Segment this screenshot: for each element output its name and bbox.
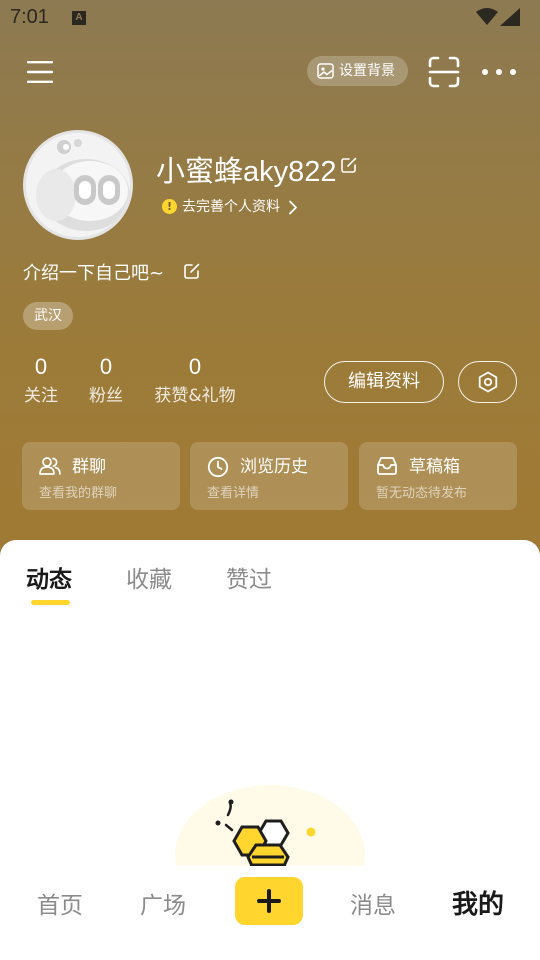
- stat-value: 0: [188, 354, 202, 379]
- status-time: 7:01: [10, 6, 49, 28]
- warning-icon: !: [162, 199, 177, 214]
- edit-username-icon[interactable]: [340, 156, 358, 174]
- username: 小蜜蜂aky822: [156, 156, 337, 188]
- nav-me[interactable]: 我的: [452, 884, 504, 921]
- stat-following[interactable]: 0 关注: [23, 352, 59, 410]
- card-subtitle: 暂无动态待发布: [376, 486, 468, 501]
- complete-profile-link[interactable]: ! 去完善个人资料: [162, 197, 297, 217]
- stat-value: 0: [99, 354, 113, 379]
- location-tag: 武汉: [23, 302, 73, 330]
- avatar[interactable]: [23, 130, 133, 240]
- nav-home[interactable]: 首页: [37, 886, 83, 920]
- stat-label: 获赞&礼物: [154, 386, 236, 406]
- tab-posts[interactable]: 动态: [26, 560, 72, 594]
- stat-value: 0: [34, 354, 48, 379]
- edit-bio-icon[interactable]: [183, 262, 201, 280]
- card-drafts[interactable]: 草稿箱 暂无动态待发布: [359, 442, 517, 510]
- settings-button[interactable]: [458, 361, 517, 403]
- hexagon-settings-icon: [478, 371, 498, 393]
- card-group-chat[interactable]: 群聊 查看我的群聊: [22, 442, 180, 510]
- card-title: 群聊: [72, 457, 106, 477]
- set-background-button[interactable]: 设置背景: [307, 56, 408, 86]
- bee-empty-state-icon: [175, 785, 365, 875]
- bio-text: 介绍一下自己吧~: [23, 263, 165, 284]
- inbox-icon: [377, 457, 397, 475]
- plus-icon: [257, 889, 281, 913]
- more-dots-icon[interactable]: [481, 67, 517, 77]
- bottom-navigation: 首页 广场 消息 我的: [0, 866, 540, 960]
- add-post-button[interactable]: [235, 877, 303, 925]
- pig-mascot-avatar-icon: [26, 133, 130, 237]
- card-browse-history[interactable]: 浏览历史 查看详情: [190, 442, 348, 510]
- complete-profile-label: 去完善个人资料: [182, 199, 280, 215]
- notification-a-icon: A: [72, 11, 86, 25]
- tab-favorites[interactable]: 收藏: [126, 560, 172, 594]
- edit-profile-button[interactable]: 编辑资料: [324, 361, 444, 403]
- stat-label: 关注: [24, 386, 58, 406]
- signal-icon: [500, 8, 520, 26]
- nav-messages[interactable]: 消息: [350, 886, 396, 920]
- wifi-icon: [476, 8, 498, 25]
- stat-followers[interactable]: 0 粉丝: [88, 352, 124, 410]
- nav-square[interactable]: 广场: [140, 886, 186, 920]
- status-bar: 7:01 A: [0, 0, 540, 36]
- stat-likes-gifts[interactable]: 0 获赞&礼物: [153, 352, 237, 410]
- clock-icon: [207, 456, 229, 478]
- card-subtitle: 查看详情: [207, 486, 260, 501]
- tab-liked[interactable]: 赞过: [226, 560, 272, 594]
- stat-label: 粉丝: [89, 386, 123, 406]
- card-title: 浏览历史: [240, 457, 308, 477]
- hamburger-menu-icon[interactable]: [26, 58, 54, 86]
- group-icon: [39, 457, 61, 475]
- card-subtitle: 查看我的群聊: [39, 486, 118, 501]
- chevron-right-icon: [289, 200, 297, 215]
- set-background-label: 设置背景: [339, 63, 395, 79]
- card-title: 草稿箱: [409, 457, 460, 477]
- tab-indicator: [31, 600, 70, 605]
- scan-icon[interactable]: [428, 56, 460, 88]
- image-icon: [317, 63, 334, 79]
